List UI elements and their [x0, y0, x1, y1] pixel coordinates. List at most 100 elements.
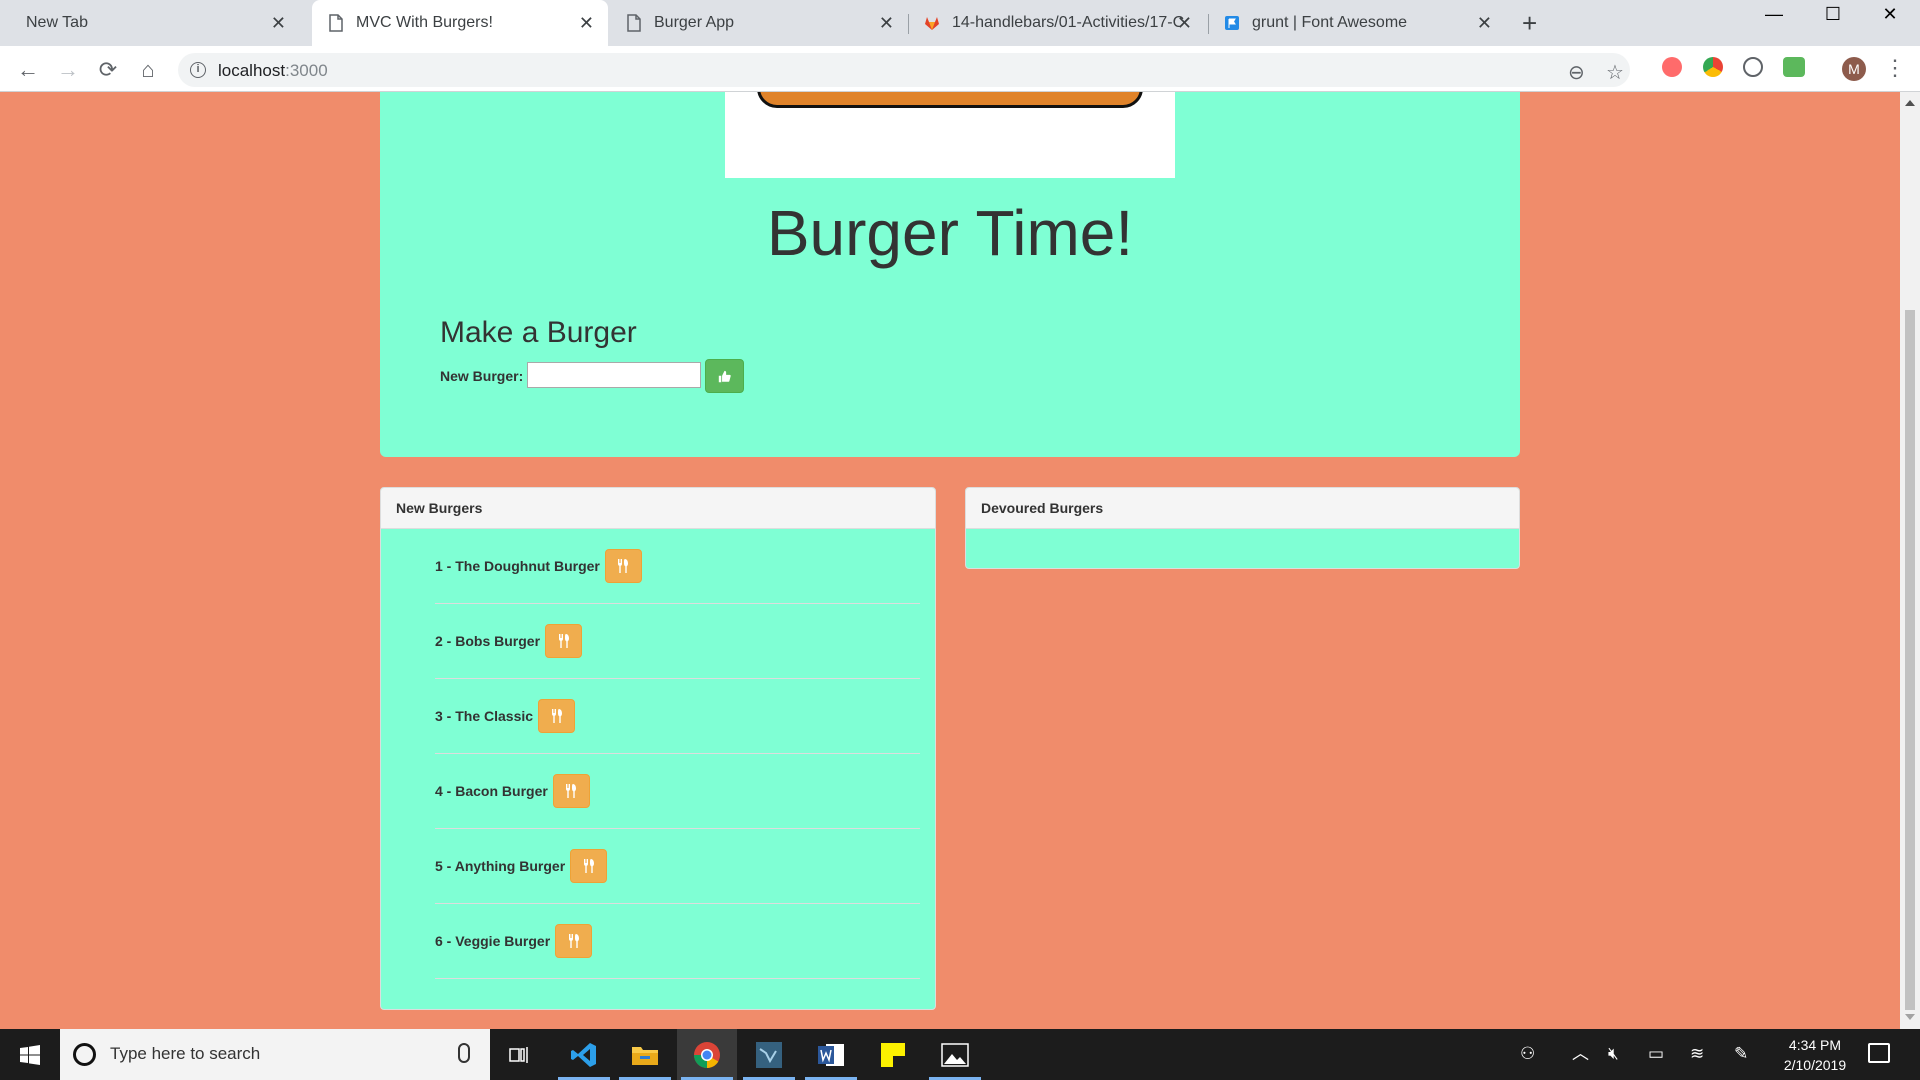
clock-date: 2/10/2019 [1783, 1057, 1847, 1073]
page-scrollbar[interactable] [1900, 92, 1920, 1029]
devour-button[interactable] [538, 699, 576, 733]
burger-name: 1 - The Doughnut Burger [435, 558, 600, 574]
tab-gitlab[interactable]: 14-handlebars/01-Activities/17-C ✕ [910, 0, 1206, 46]
close-icon[interactable]: ✕ [879, 13, 894, 33]
tab-title: MVC With Burgers! [356, 14, 493, 31]
chevron-up-icon[interactable]: ︿ [1572, 1044, 1589, 1064]
tab-burger-app[interactable]: Burger App ✕ [612, 0, 908, 46]
panel-heading: Devoured Burgers [966, 488, 1519, 529]
utensils-icon [551, 709, 562, 723]
new-burgers-panel: New Burgers 1 - The Doughnut Burger 2 - … [380, 487, 936, 1010]
cors-icon[interactable] [1783, 57, 1805, 77]
tab-title: 14-handlebars/01-Activities/17-C [952, 14, 1185, 31]
tab-title: Burger App [654, 14, 735, 31]
vscode-icon[interactable] [554, 1029, 614, 1080]
photos-icon[interactable] [925, 1029, 985, 1080]
list-item: 4 - Bacon Burger [435, 754, 920, 829]
address-bar[interactable]: i localhost:3000 ⊖ ☆ [178, 53, 1630, 87]
page-title: Burger Time! [766, 197, 1134, 269]
microphone-icon[interactable] [458, 1043, 470, 1063]
search-placeholder: Type here to search [110, 1044, 261, 1063]
pen-icon[interactable]: ✎ [1734, 1044, 1748, 1064]
tab-new-tab[interactable]: New Tab ✕ [12, 0, 300, 46]
burger-name: 2 - Bobs Burger [435, 633, 541, 649]
forward-button[interactable]: → [54, 56, 82, 84]
taskbar-clock[interactable]: 4:34 PM 2/10/2019 [1766, 1035, 1864, 1075]
list-item: 1 - The Doughnut Burger [435, 529, 920, 604]
panel-heading: New Burgers [381, 488, 935, 529]
list-item: 5 - Anything Burger [435, 829, 920, 904]
devoured-burgers-panel: Devoured Burgers [965, 487, 1520, 569]
taskbar-search[interactable]: Type here to search [60, 1029, 490, 1080]
chrome-sync-icon[interactable] [1703, 57, 1723, 77]
submit-burger-button[interactable] [705, 359, 744, 393]
burger-hero-image [725, 92, 1175, 178]
thumbs-up-icon [718, 370, 731, 382]
jumbotron: Burger Time! Make a Burger New Burger: [380, 92, 1520, 457]
wifi-icon[interactable]: ≋ [1690, 1044, 1704, 1064]
utensils-icon [568, 934, 579, 948]
chrome-icon[interactable] [677, 1029, 737, 1080]
url-text: localhost:3000 [218, 61, 328, 81]
people-icon[interactable]: ⚇ [1520, 1044, 1535, 1064]
url-port: :3000 [285, 61, 328, 80]
burger-name: 3 - The Classic [435, 708, 534, 724]
close-window-button[interactable]: ✕ [1862, 0, 1918, 28]
utensils-icon [618, 559, 629, 573]
close-icon[interactable]: ✕ [1177, 13, 1192, 33]
menu-dots-icon[interactable]: ⋮ [1884, 55, 1906, 81]
tab-separator [908, 14, 909, 34]
devour-button[interactable] [570, 849, 608, 883]
minimize-button[interactable]: — [1746, 0, 1802, 28]
back-button[interactable]: ← [14, 56, 42, 84]
gitlab-icon [925, 17, 939, 30]
new-burger-label: New Burger: [440, 368, 524, 384]
cortana-icon[interactable] [73, 1043, 96, 1066]
devour-button[interactable] [555, 924, 593, 958]
page-viewport: Burger Time! Make a Burger New Burger: N… [0, 92, 1900, 1029]
bookmark-star-icon[interactable]: ☆ [1606, 60, 1624, 85]
devour-button[interactable] [552, 774, 590, 808]
home-button[interactable]: ⌂ [134, 56, 162, 84]
new-tab-button[interactable]: + [1522, 10, 1537, 36]
burger-bun-shape [757, 92, 1143, 108]
form-heading: Make a Burger [440, 316, 637, 349]
scrollbar-thumb[interactable] [1905, 310, 1915, 1010]
tab-mvc-with-burgers[interactable]: MVC With Burgers! ✕ [312, 0, 608, 46]
tab-title: grunt | Font Awesome [1252, 14, 1408, 31]
utensils-icon [558, 634, 569, 648]
start-button[interactable] [0, 1029, 60, 1080]
new-burgers-list: 1 - The Doughnut Burger 2 - Bobs Burger … [381, 529, 935, 979]
page-icon [627, 14, 641, 32]
task-view-icon[interactable] [490, 1029, 550, 1080]
tab-separator [1208, 14, 1209, 34]
info-icon[interactable]: i [190, 62, 206, 78]
maximize-button[interactable]: ☐ [1805, 0, 1861, 28]
mysql-workbench-icon[interactable] [739, 1029, 799, 1080]
volume-muted-icon[interactable]: 🔇︎ [1608, 1044, 1619, 1064]
utensils-icon [583, 859, 594, 873]
notification-icon[interactable] [1868, 1043, 1890, 1063]
reload-button[interactable]: ⟳ [94, 56, 122, 84]
devour-button[interactable] [545, 624, 583, 658]
utensils-icon [566, 784, 577, 798]
page-icon [329, 14, 343, 32]
screencast-icon[interactable] [1662, 57, 1682, 77]
font-awesome-flag-icon [1225, 16, 1239, 30]
avatar[interactable]: M [1842, 57, 1866, 81]
ublock-icon[interactable] [1743, 57, 1763, 77]
scroll-up-arrow-icon[interactable] [1905, 100, 1915, 106]
devour-button[interactable] [604, 549, 642, 583]
close-icon[interactable]: ✕ [579, 13, 594, 33]
scroll-down-arrow-icon[interactable] [1905, 1014, 1915, 1020]
tab-font-awesome[interactable]: grunt | Font Awesome ✕ [1210, 0, 1506, 46]
sticky-notes-icon[interactable] [863, 1029, 923, 1080]
file-explorer-icon[interactable] [615, 1029, 675, 1080]
close-icon[interactable]: ✕ [1477, 13, 1492, 33]
new-burger-input[interactable] [527, 362, 701, 388]
close-icon[interactable]: ✕ [271, 13, 286, 33]
zoom-icon[interactable]: ⊖ [1568, 60, 1585, 85]
word-icon[interactable] [801, 1029, 861, 1080]
clock-time: 4:34 PM [1788, 1037, 1842, 1053]
battery-icon[interactable]: ▭ [1648, 1044, 1664, 1064]
